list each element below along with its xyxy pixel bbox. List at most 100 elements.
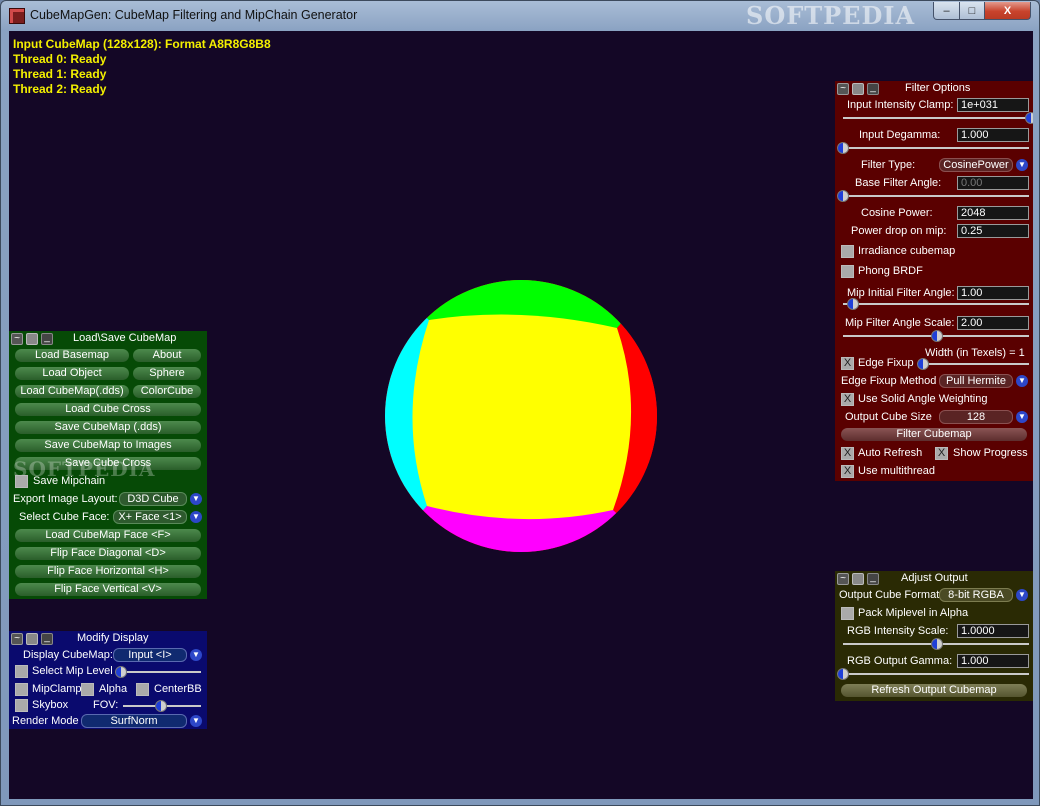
mip-level-slider-knob[interactable] [115, 666, 127, 678]
base-filter-angle-slider-knob[interactable] [837, 190, 849, 202]
load-cubemap-face-button[interactable]: Load CubeMap Face <F> [15, 529, 201, 542]
chevron-down-icon[interactable]: ▼ [1016, 589, 1028, 601]
edge-fixup-width-slider[interactable] [919, 363, 1029, 365]
render-mode-dropdown[interactable]: SurfNorm [81, 714, 187, 728]
panel-toggle-icon[interactable]: ~ [11, 633, 23, 645]
mip-initial-angle-slider[interactable] [843, 303, 1029, 305]
load-cube-cross-button[interactable]: Load Cube Cross [15, 403, 201, 416]
panel-toggle-icon[interactable]: ~ [837, 83, 849, 95]
load-cubemap-dds-button[interactable]: Load CubeMap(.dds) [15, 385, 129, 398]
panel-minimize-icon[interactable]: _ [41, 333, 53, 345]
mip-level-slider[interactable] [117, 671, 201, 673]
rgb-intensity-scale-slider-knob[interactable] [931, 638, 943, 650]
rgb-output-gamma-field[interactable]: 1.000 [957, 654, 1029, 668]
load-object-button[interactable]: Load Object [15, 367, 129, 380]
chevron-down-icon[interactable]: ▼ [1016, 375, 1028, 387]
phong-brdf-checkbox[interactable] [841, 265, 854, 278]
filter-cubemap-button[interactable]: Filter Cubemap [841, 428, 1027, 441]
colorcube-button[interactable]: ColorCube [133, 385, 201, 398]
sphere-button[interactable]: Sphere [133, 367, 201, 380]
filter-type-dropdown[interactable]: CosinePower [939, 158, 1013, 172]
mip-initial-angle-label: Mip Initial Filter Angle: [847, 287, 955, 299]
export-layout-dropdown[interactable]: D3D Cube [119, 492, 187, 506]
minimize-window-button[interactable]: – [933, 2, 960, 20]
show-progress-label: Show Progress [953, 447, 1028, 459]
select-cube-face-label: Select Cube Face: [19, 511, 110, 523]
save-cubemap-dds-button[interactable]: Save CubeMap (.dds) [15, 421, 201, 434]
flip-face-diagonal-button[interactable]: Flip Face Diagonal <D> [15, 547, 201, 560]
output-cube-size-dropdown[interactable]: 128 [939, 410, 1013, 424]
input-degamma-field[interactable]: 1.000 [957, 128, 1029, 142]
use-multithread-checkbox[interactable]: X [841, 465, 854, 478]
chevron-down-icon[interactable]: ▼ [190, 715, 202, 727]
maximize-window-button[interactable]: □ [959, 2, 985, 20]
load-basemap-button[interactable]: Load Basemap [15, 349, 129, 362]
filter-type-label: Filter Type: [861, 159, 916, 171]
chevron-down-icon[interactable]: ▼ [1016, 159, 1028, 171]
flip-face-horizontal-button[interactable]: Flip Face Horizontal <H> [15, 565, 201, 578]
edge-fixup-method-dropdown[interactable]: Pull Hermite [939, 374, 1013, 388]
base-filter-angle-field[interactable]: 0.00 [957, 176, 1029, 190]
mip-angle-scale-field[interactable]: 2.00 [957, 316, 1029, 330]
chevron-down-icon[interactable]: ▼ [190, 649, 202, 661]
input-degamma-slider-knob[interactable] [837, 142, 849, 154]
centerbb-label: CenterBB [154, 683, 202, 695]
panel-minimize-icon[interactable]: _ [41, 633, 53, 645]
save-cubemap-images-button[interactable]: Save CubeMap to Images [15, 439, 201, 452]
rgb-output-gamma-slider[interactable] [843, 673, 1029, 675]
output-cube-format-dropdown[interactable]: 8-bit RGBA [939, 588, 1013, 602]
modify-display-panel-header[interactable]: ~ _ Modify Display [9, 631, 207, 647]
mipclamp-checkbox[interactable] [15, 683, 28, 696]
pack-miplevel-checkbox[interactable] [841, 607, 854, 620]
chevron-down-icon[interactable]: ▼ [190, 511, 202, 523]
cubemap-sphere-preview[interactable] [385, 280, 657, 552]
pack-miplevel-label: Pack Miplevel in Alpha [858, 607, 969, 619]
mip-initial-angle-field[interactable]: 1.00 [957, 286, 1029, 300]
flip-face-vertical-button[interactable]: Flip Face Vertical <V> [15, 583, 201, 596]
show-progress-checkbox[interactable]: X [935, 447, 948, 460]
auto-refresh-checkbox[interactable]: X [841, 447, 854, 460]
alpha-checkbox[interactable] [81, 683, 94, 696]
panel-toggle-icon[interactable]: ~ [837, 573, 849, 585]
panel-toggle-icon[interactable]: ~ [11, 333, 23, 345]
title-bar[interactable]: CubeMapGen: CubeMap Filtering and MipCha… [1, 1, 1039, 31]
intensity-clamp-slider-knob[interactable] [1025, 112, 1033, 124]
fov-slider-knob[interactable] [155, 700, 167, 712]
panel-settings-icon[interactable] [852, 83, 864, 95]
panel-settings-icon[interactable] [26, 633, 38, 645]
input-degamma-slider[interactable] [843, 147, 1029, 149]
chevron-down-icon[interactable]: ▼ [1016, 411, 1028, 423]
alpha-label: Alpha [99, 683, 128, 695]
solid-angle-weighting-checkbox[interactable]: X [841, 393, 854, 406]
rgb-output-gamma-slider-knob[interactable] [837, 668, 849, 680]
filter-options-panel-header[interactable]: ~ _ Filter Options [835, 81, 1033, 97]
panel-settings-icon[interactable] [26, 333, 38, 345]
edge-fixup-checkbox[interactable]: X [841, 357, 854, 370]
intensity-clamp-slider[interactable] [843, 117, 1029, 119]
display-cubemap-dropdown[interactable]: Input <I> [113, 648, 187, 662]
cosine-power-field[interactable]: 2048 [957, 206, 1029, 220]
mip-angle-scale-slider-knob[interactable] [931, 330, 943, 342]
close-window-button[interactable]: X [984, 2, 1031, 20]
skybox-checkbox[interactable] [15, 699, 28, 712]
irradiance-cubemap-checkbox[interactable] [841, 245, 854, 258]
chevron-down-icon[interactable]: ▼ [190, 493, 202, 505]
load-save-panel-header[interactable]: ~ _ Load\Save CubeMap [9, 331, 207, 347]
edge-fixup-width-slider-knob[interactable] [917, 358, 929, 370]
rgb-intensity-scale-field[interactable]: 1.0000 [957, 624, 1029, 638]
centerbb-checkbox[interactable] [136, 683, 149, 696]
render-viewport[interactable]: Input CubeMap (128x128): Format A8R8G8B8… [9, 31, 1033, 799]
select-cube-face-dropdown[interactable]: X+ Face <1> [113, 510, 187, 524]
refresh-output-cubemap-button[interactable]: Refresh Output Cubemap [841, 684, 1027, 697]
panel-minimize-icon[interactable]: _ [867, 573, 879, 585]
intensity-clamp-field[interactable]: 1e+031 [957, 98, 1029, 112]
panel-settings-icon[interactable] [852, 573, 864, 585]
about-button[interactable]: About [133, 349, 201, 362]
base-filter-angle-slider[interactable] [843, 195, 1029, 197]
save-mipchain-checkbox[interactable] [15, 475, 28, 488]
select-mip-level-checkbox[interactable] [15, 665, 28, 678]
mip-initial-angle-slider-knob[interactable] [847, 298, 859, 310]
panel-minimize-icon[interactable]: _ [867, 83, 879, 95]
adjust-output-panel-header[interactable]: ~ _ Adjust Output [835, 571, 1033, 587]
power-drop-field[interactable]: 0.25 [957, 224, 1029, 238]
